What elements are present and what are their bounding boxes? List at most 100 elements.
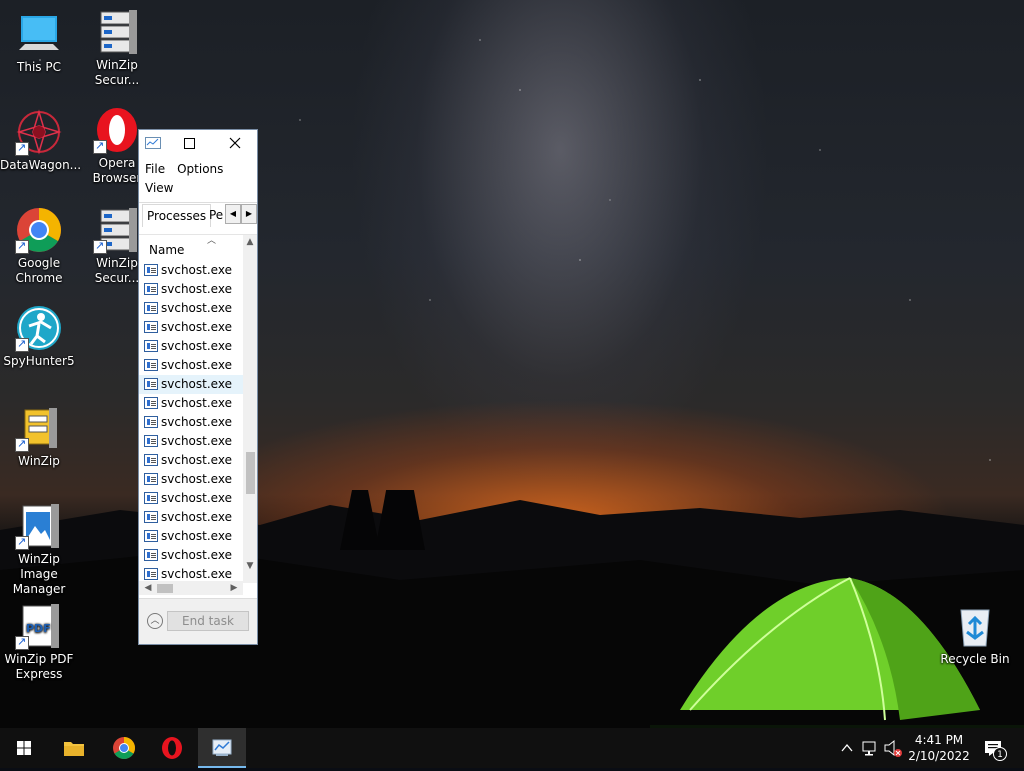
process-icon bbox=[144, 321, 158, 333]
process-icon bbox=[144, 473, 158, 485]
process-row[interactable]: svchost.exe bbox=[139, 394, 243, 413]
desktop-icon-winzip-pdf-express[interactable]: PDF WinZip PDF Express bbox=[0, 602, 78, 682]
menu-file[interactable]: File bbox=[145, 162, 165, 176]
process-row[interactable]: svchost.exe bbox=[139, 527, 243, 546]
tray-network[interactable] bbox=[860, 728, 880, 768]
action-center-button[interactable]: 1 bbox=[980, 728, 1010, 768]
process-name: svchost.exe bbox=[161, 320, 232, 334]
process-row[interactable]: svchost.exe bbox=[139, 470, 243, 489]
column-header-name[interactable]: ︿ Name bbox=[139, 235, 243, 261]
desktop-icon-label: WinZip Image Manager bbox=[12, 552, 66, 596]
desktop-icon-this-pc[interactable]: This PC bbox=[0, 10, 78, 75]
vertical-scrollbar[interactable]: ▲ ▼ bbox=[243, 235, 257, 583]
menu-options[interactable]: Options bbox=[177, 162, 223, 176]
process-icon bbox=[144, 283, 158, 295]
clock[interactable]: 4:41 PM 2/10/2022 bbox=[900, 732, 978, 764]
close-button[interactable] bbox=[219, 130, 251, 158]
tray-overflow-button[interactable] bbox=[838, 728, 856, 768]
vertical-scroll-thumb[interactable] bbox=[246, 452, 255, 494]
tab-processes[interactable]: Processes bbox=[142, 204, 212, 227]
process-row[interactable]: svchost.exe bbox=[139, 546, 243, 565]
process-icon bbox=[144, 454, 158, 466]
process-row[interactable]: svchost.exe bbox=[139, 280, 243, 299]
desktop-icon-label: SpyHunter5 bbox=[3, 354, 75, 368]
chrome-icon bbox=[113, 737, 135, 759]
process-icon bbox=[144, 568, 158, 580]
desktop-icon-spyhunter[interactable]: SpyHunter5 bbox=[0, 304, 78, 369]
process-icon bbox=[144, 549, 158, 561]
process-name: svchost.exe bbox=[161, 434, 232, 448]
process-row[interactable]: svchost.exe bbox=[139, 451, 243, 470]
menu-view[interactable]: View bbox=[145, 181, 173, 195]
computer-icon bbox=[15, 10, 63, 58]
image-manager-icon bbox=[15, 502, 63, 550]
tab-performance[interactable]: Pe bbox=[207, 204, 227, 226]
desktop-icon-datawagon[interactable]: DataWagon... bbox=[0, 108, 81, 173]
tab-scroll-right-button[interactable]: ▶ bbox=[241, 204, 257, 224]
process-row[interactable]: svchost.exe bbox=[139, 375, 243, 394]
process-row[interactable]: svchost.exe bbox=[139, 489, 243, 508]
process-row[interactable]: svchost.exe bbox=[139, 299, 243, 318]
title-bar[interactable] bbox=[139, 130, 257, 158]
process-list[interactable]: ︿ Name svchost.exe svchost.exe svchost.exe… bbox=[139, 234, 257, 599]
close-icon bbox=[229, 137, 241, 149]
chevron-up-icon: ︿ bbox=[150, 616, 160, 626]
tab-scroll-left-button[interactable]: ◀ bbox=[225, 204, 241, 224]
horizontal-scrollbar[interactable]: ◀ ▶ bbox=[139, 581, 243, 595]
task-manager-app-icon bbox=[145, 137, 161, 149]
column-header-label: Name bbox=[149, 243, 185, 257]
scroll-left-icon[interactable]: ◀ bbox=[141, 581, 155, 595]
start-button[interactable] bbox=[0, 728, 48, 768]
process-row[interactable]: svchost.exe bbox=[139, 318, 243, 337]
process-name: svchost.exe bbox=[161, 415, 232, 429]
desktop-icon-winzip[interactable]: WinZip bbox=[0, 404, 78, 469]
maximize-button[interactable] bbox=[173, 130, 205, 158]
scroll-up-icon[interactable]: ▲ bbox=[243, 237, 257, 251]
process-name: svchost.exe bbox=[161, 548, 232, 562]
process-row[interactable]: svchost.exe bbox=[139, 356, 243, 375]
scroll-down-icon[interactable]: ▼ bbox=[243, 561, 257, 575]
network-icon bbox=[862, 741, 876, 756]
task-manager-window[interactable]: File Options View Processes Pe ◀ ▶ ︿ Name… bbox=[138, 129, 258, 645]
taskbar: 4:41 PM 2/10/2022 1 bbox=[0, 728, 1024, 768]
process-name: svchost.exe bbox=[161, 339, 232, 353]
taskbar-chrome[interactable] bbox=[100, 728, 148, 768]
process-row[interactable]: svchost.exe bbox=[139, 261, 243, 280]
desktop-icon-label: This PC bbox=[17, 60, 61, 74]
chevron-up-icon bbox=[841, 743, 853, 752]
desktop-icon-label: Google Chrome bbox=[15, 256, 63, 285]
folder-icon bbox=[64, 742, 84, 756]
desktop-icon-label: WinZip Secur... bbox=[94, 58, 140, 87]
shortcut-arrow-icon bbox=[93, 138, 107, 154]
pdf-icon: PDF bbox=[15, 602, 63, 650]
horizontal-scroll-thumb[interactable] bbox=[157, 584, 173, 593]
process-icon bbox=[144, 359, 158, 371]
process-row[interactable]: svchost.exe bbox=[139, 337, 243, 356]
fewer-details-button[interactable]: ︿ bbox=[147, 613, 163, 629]
taskbar-file-explorer[interactable] bbox=[50, 728, 98, 768]
arrow-right-icon: ▶ bbox=[245, 209, 253, 218]
desktop-icon-winzip-image-manager[interactable]: WinZip Image Manager bbox=[0, 502, 78, 597]
process-name: svchost.exe bbox=[161, 377, 232, 391]
process-name: svchost.exe bbox=[161, 282, 232, 296]
process-icon bbox=[144, 264, 158, 276]
process-name: svchost.exe bbox=[161, 453, 232, 467]
process-icon bbox=[144, 530, 158, 542]
recycle-bin-icon bbox=[951, 602, 999, 650]
process-icon bbox=[144, 378, 158, 390]
desktop-icon-chrome[interactable]: Google Chrome bbox=[0, 206, 78, 286]
process-icon bbox=[144, 302, 158, 314]
process-row[interactable]: svchost.exe bbox=[139, 508, 243, 527]
taskbar-opera[interactable] bbox=[148, 728, 196, 768]
shortcut-arrow-icon bbox=[15, 238, 29, 254]
process-name: svchost.exe bbox=[161, 263, 232, 277]
process-icon bbox=[144, 511, 158, 523]
desktop-icon-recycle-bin[interactable]: Recycle Bin bbox=[936, 602, 1014, 667]
desktop-icon-winzip-secure-1[interactable]: WinZip Secur... bbox=[78, 8, 156, 88]
scroll-right-icon[interactable]: ▶ bbox=[227, 581, 241, 595]
process-row[interactable]: svchost.exe bbox=[139, 432, 243, 451]
end-task-button[interactable]: End task bbox=[167, 611, 249, 631]
process-row[interactable]: svchost.exe bbox=[139, 413, 243, 432]
server-icon bbox=[93, 8, 141, 56]
taskbar-task-manager[interactable] bbox=[198, 728, 246, 768]
